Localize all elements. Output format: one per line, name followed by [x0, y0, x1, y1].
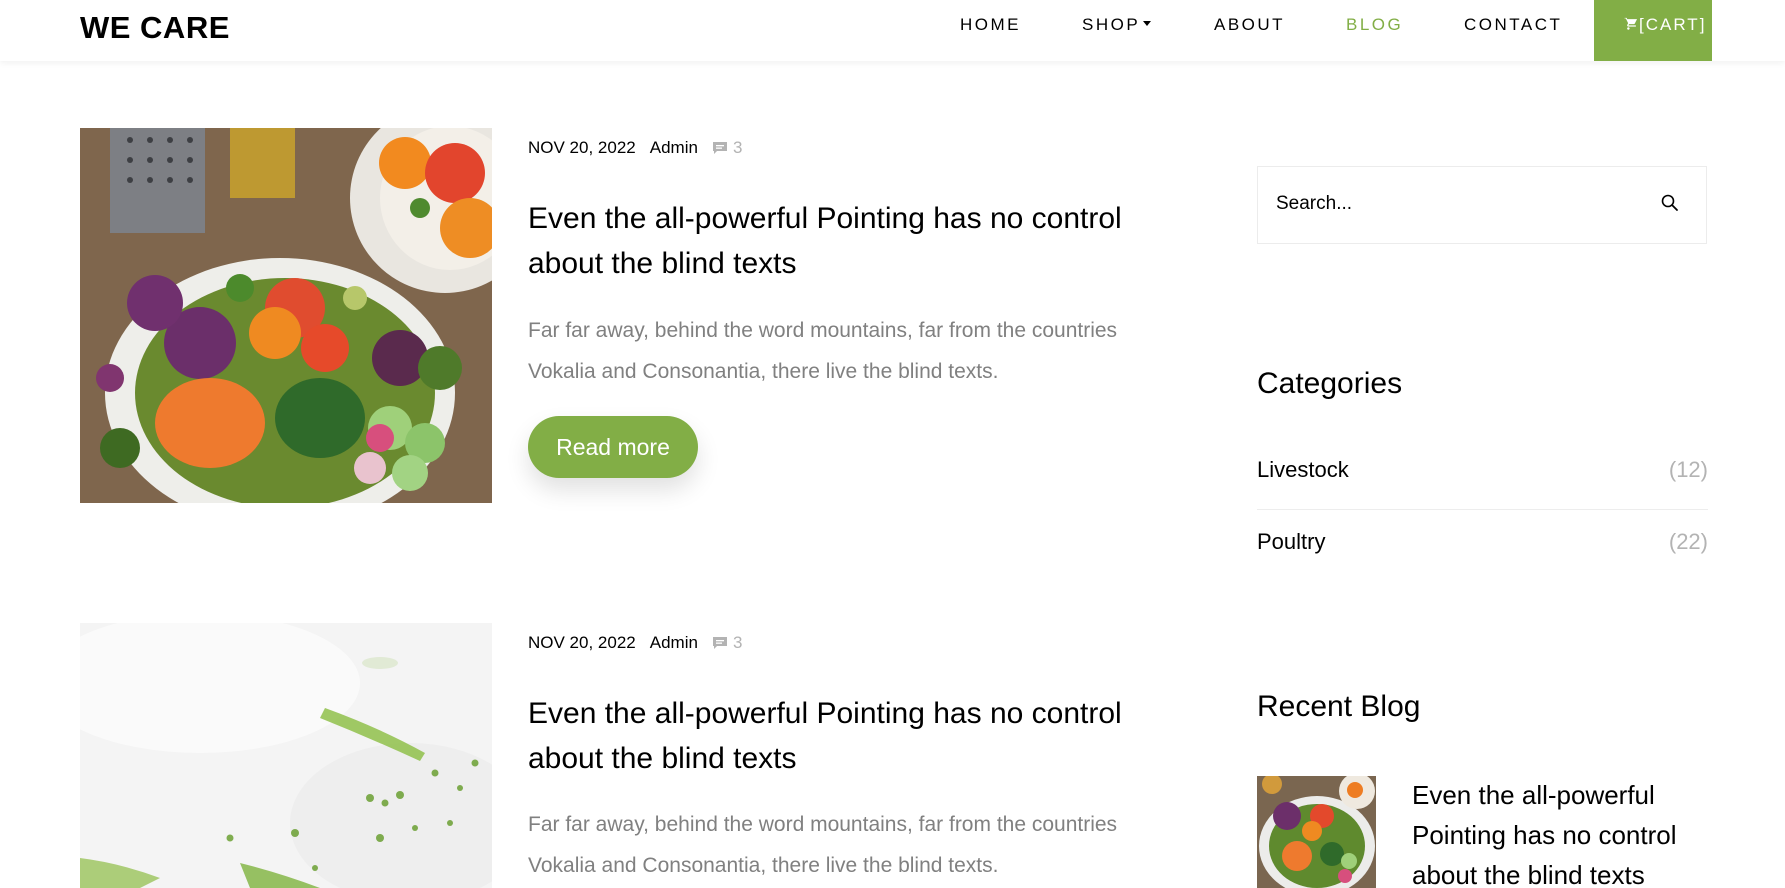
- nav-item-shop-label: SHOP: [1082, 15, 1141, 34]
- read-more-button[interactable]: Read more: [528, 416, 698, 478]
- post-author[interactable]: Admin: [650, 633, 698, 653]
- comment-count: 3: [732, 633, 743, 652]
- post-excerpt: Far far away, behind the word mountains,…: [528, 813, 1118, 877]
- search-input[interactable]: [1276, 193, 1626, 215]
- brand-logo[interactable]: WE CARE: [80, 10, 230, 46]
- post-title[interactable]: Even the all-powerful Pointing has no co…: [528, 691, 1168, 781]
- search-icon[interactable]: [1660, 193, 1680, 218]
- category-label: Poultry: [1257, 529, 1326, 554]
- post-meta: NOV 20, 2022 Admin 3: [528, 633, 756, 653]
- chevron-down-icon: [1143, 21, 1152, 27]
- category-label: Livestock: [1257, 457, 1349, 482]
- cart-icon: [1624, 15, 1639, 34]
- post-comments[interactable]: 3: [712, 138, 742, 158]
- category-count: (12): [1668, 457, 1708, 482]
- recent-blog-title[interactable]: Even the all-powerful Pointing has no co…: [1412, 775, 1712, 888]
- post-comments[interactable]: 3: [712, 633, 742, 653]
- nav-item-blog[interactable]: BLOG: [1346, 15, 1403, 35]
- category-item[interactable]: Livestock (12): [1257, 442, 1708, 514]
- nav-item-contact[interactable]: CONTACT: [1464, 15, 1562, 35]
- comment-icon: [712, 142, 727, 154]
- categories-heading: Categories: [1257, 367, 1403, 400]
- nav-item-home[interactable]: HOME: [960, 15, 1021, 35]
- search-box: [1257, 166, 1707, 244]
- salad-bowl-photo: [80, 128, 492, 503]
- category-item[interactable]: Poultry (22): [1257, 514, 1708, 586]
- cart-button[interactable]: [CART]: [1594, 0, 1712, 61]
- category-divider: [1257, 509, 1708, 510]
- recent-blog-thumbnail[interactable]: [1257, 776, 1376, 888]
- nav-item-shop[interactable]: SHOP: [1082, 15, 1152, 35]
- nav-item-about[interactable]: ABOUT: [1214, 15, 1285, 35]
- post-meta: NOV 20, 2022 Admin 3: [528, 138, 756, 158]
- white-background-greens-photo: [80, 623, 492, 888]
- salad-bowl-photo: [1257, 776, 1376, 888]
- category-count: (22): [1668, 529, 1708, 554]
- top-navbar: WE CARE HOME SHOP ABOUT BLOG CONTACT [CA…: [0, 0, 1785, 61]
- comment-count: 3: [732, 138, 743, 157]
- post-date[interactable]: NOV 20, 2022: [528, 138, 636, 158]
- post-date[interactable]: NOV 20, 2022: [528, 633, 636, 653]
- post-image[interactable]: [80, 623, 492, 888]
- post-author[interactable]: Admin: [650, 138, 698, 158]
- post-title[interactable]: Even the all-powerful Pointing has no co…: [528, 196, 1168, 286]
- recent-blog-heading: Recent Blog: [1257, 690, 1421, 723]
- cart-label: [CART]: [1639, 15, 1707, 34]
- post-image[interactable]: [80, 128, 492, 503]
- comment-icon: [712, 637, 727, 649]
- post-excerpt: Far far away, behind the word mountains,…: [528, 319, 1118, 383]
